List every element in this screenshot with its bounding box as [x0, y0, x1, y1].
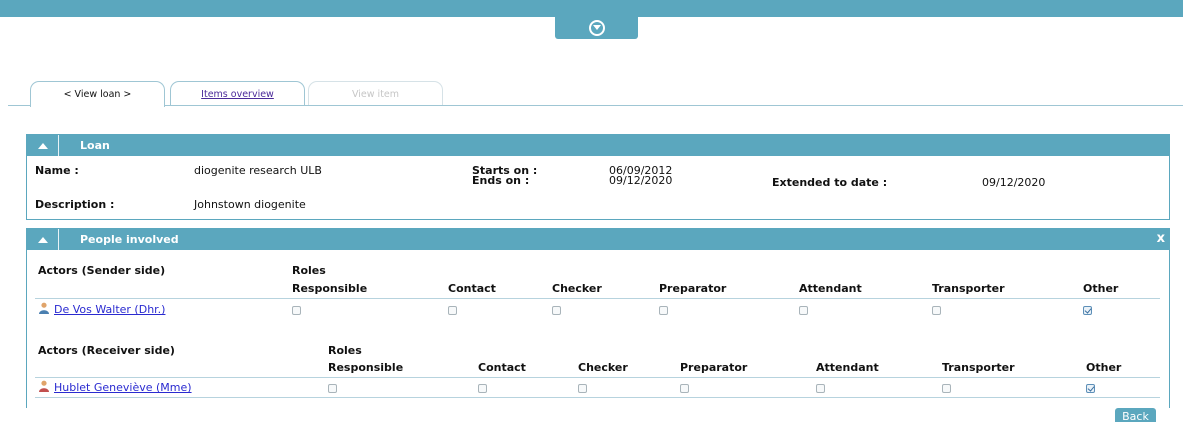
tab-view-item: View item — [308, 81, 443, 106]
sender-contact-checkbox[interactable] — [448, 306, 457, 315]
sender-preparator-checkbox[interactable] — [659, 306, 668, 315]
receiver-header-separator — [35, 377, 1160, 378]
receiver-attendant-checkbox[interactable] — [816, 384, 825, 393]
ends-on-label: Ends on : — [472, 174, 530, 187]
sender-role-checker: Checker — [552, 282, 602, 295]
receiver-row-separator — [35, 397, 1160, 398]
receiver-checker-checkbox[interactable] — [578, 384, 587, 393]
receiver-role-transporter: Transporter — [942, 361, 1015, 374]
sender-responsible-checkbox[interactable] — [292, 306, 301, 315]
triangle-up-icon — [37, 236, 48, 243]
loan-section-header: Loan — [27, 135, 1169, 156]
tab-view-item-label: View item — [351, 89, 400, 100]
sender-other-checkbox[interactable] — [1083, 306, 1092, 315]
receiver-other-checkbox[interactable] — [1086, 384, 1095, 393]
sender-transporter-checkbox[interactable] — [932, 306, 941, 315]
sender-role-transporter: Transporter — [932, 282, 1005, 295]
extended-date-label: Extended to date : — [772, 176, 888, 189]
extended-date-value: 09/12/2020 — [982, 176, 1046, 189]
name-label: Name : — [35, 164, 79, 177]
receiver-transporter-checkbox[interactable] — [942, 384, 951, 393]
tab-view-loan[interactable]: < View loan > — [30, 81, 165, 107]
sender-roles-label: Roles — [292, 264, 326, 277]
tab-divider — [8, 105, 1183, 106]
description-label: Description : — [35, 198, 115, 211]
receiver-role-responsible: Responsible — [328, 361, 404, 374]
sender-actors-header: Actors (Sender side) — [38, 264, 166, 277]
header-toggle-button[interactable] — [555, 17, 638, 39]
loan-collapse-button[interactable] — [27, 135, 59, 156]
tab-items-overview-link[interactable]: Items overview — [201, 89, 274, 100]
sender-checker-checkbox[interactable] — [552, 306, 561, 315]
tab-view-loan-label: < View loan > — [63, 89, 132, 100]
receiver-role-contact: Contact — [478, 361, 526, 374]
sender-actor[interactable]: De Vos Walter (Dhr.) — [54, 303, 165, 316]
receiver-roles-label: Roles — [328, 344, 362, 357]
sender-header-separator — [35, 298, 1160, 299]
top-bar — [0, 0, 1183, 17]
sender-role-other: Other — [1083, 282, 1119, 295]
receiver-role-other: Other — [1086, 361, 1122, 374]
chevron-down-circle-icon — [588, 20, 605, 36]
receiver-actor[interactable]: Hublet Geneviève (Mme) — [54, 381, 192, 394]
triangle-up-icon — [37, 142, 48, 149]
receiver-contact-checkbox[interactable] — [478, 384, 487, 393]
back-button[interactable]: Back — [1115, 408, 1156, 423]
loan-section-title: Loan — [80, 139, 110, 152]
people-section-header: People involved x — [27, 229, 1169, 250]
close-icon[interactable]: x — [1157, 231, 1165, 246]
sender-attendant-checkbox[interactable] — [799, 306, 808, 315]
receiver-role-preparator: Preparator — [680, 361, 748, 374]
receiver-responsible-checkbox[interactable] — [328, 384, 337, 393]
receiver-preparator-checkbox[interactable] — [680, 384, 689, 393]
people-body: Actors (Sender side) Roles Responsible C… — [27, 250, 1169, 414]
people-section-title: People involved — [80, 233, 179, 246]
tab-items-overview[interactable]: Items overview — [170, 81, 305, 106]
person-icon — [39, 302, 49, 314]
sender-role-contact: Contact — [448, 282, 496, 295]
people-collapse-button[interactable] — [27, 229, 59, 250]
receiver-actors-header: Actors (Receiver side) — [38, 344, 175, 357]
sender-actor-link[interactable]: De Vos Walter (Dhr.) — [54, 303, 165, 316]
description-value: Johnstown diogenite — [194, 198, 306, 211]
loan-section: Loan Name : diogenite research ULB Start… — [26, 134, 1170, 220]
ends-on-value: 09/12/2020 — [609, 174, 673, 187]
receiver-role-attendant: Attendant — [816, 361, 879, 374]
people-section: People involved x Actors (Sender side) R… — [26, 228, 1170, 408]
receiver-role-checker: Checker — [578, 361, 628, 374]
sender-role-responsible: Responsible — [292, 282, 368, 295]
person-icon — [39, 380, 49, 392]
name-value: diogenite research ULB — [194, 164, 322, 177]
sender-role-preparator: Preparator — [659, 282, 727, 295]
receiver-actor-link[interactable]: Hublet Geneviève (Mme) — [54, 381, 192, 394]
sender-role-attendant: Attendant — [799, 282, 862, 295]
